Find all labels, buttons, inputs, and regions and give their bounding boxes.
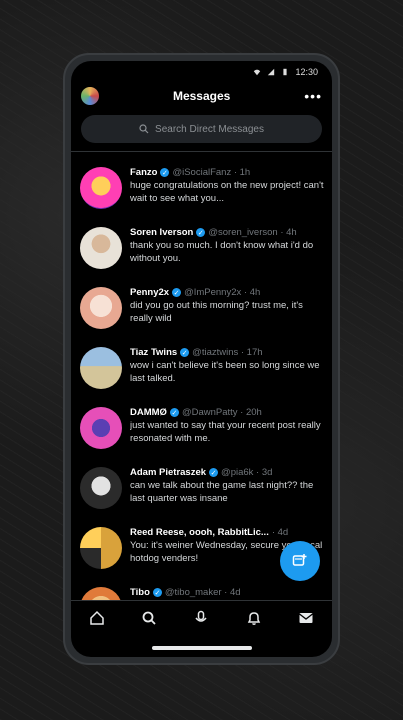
message-preview: can we talk about the game last night?? … (130, 480, 314, 504)
verified-icon: ✓ (209, 468, 219, 477)
status-bar: 12:30 (71, 61, 332, 83)
bottom-tab-bar (71, 600, 332, 635)
home-indicator (151, 646, 252, 650)
sender-handle: @tiaztwins · 17h (192, 347, 263, 358)
search-input[interactable]: Search Direct Messages (81, 115, 322, 143)
sender-name: Soren Iverson (130, 227, 194, 238)
sender-handle: @iSocialFanz · 1h (172, 167, 251, 178)
header: Messages ••• (71, 83, 332, 109)
sender-handle: @tibo_maker · 4d (164, 587, 241, 598)
verified-icon: ✓ (196, 228, 206, 237)
conversation-item[interactable]: Tiaz Twins ✓ @tiaztwins · 17h wow i can't … (71, 341, 332, 401)
conversation-item[interactable]: Fanzo ✓ @iSocialFanz · 1h huge congratulat… (71, 161, 332, 221)
battery-icon (283, 68, 288, 76)
verified-icon: ✓ (152, 588, 162, 597)
phone-frame: 12:30 Messages ••• Search Direct Message… (63, 53, 340, 665)
group-avatar (80, 527, 122, 569)
sender-name: Fanzo (130, 167, 158, 178)
avatar (80, 347, 122, 389)
message-preview: did you go out this morning? trust me, i… (130, 300, 303, 324)
search-icon (139, 124, 149, 134)
search-placeholder: Search Direct Messages (155, 123, 264, 135)
verified-icon: ✓ (180, 348, 190, 357)
sender-handle: @pia6k · 3d (221, 467, 273, 478)
sender-name: Adam Pietraszek (130, 467, 207, 478)
conversation-item[interactable]: Soren Iverson ✓ @soren_iverson · 4h thank … (71, 221, 332, 281)
new-message-button[interactable] (280, 541, 320, 581)
verified-icon: ✓ (160, 168, 170, 177)
message-preview: thank you so much. I don't know what i'd… (130, 240, 314, 264)
avatar (80, 407, 122, 449)
sender-handle: · 4d (271, 527, 289, 538)
home-icon[interactable] (85, 606, 109, 630)
sender-handle: @ImPenny2x · 4h (184, 287, 261, 298)
profile-avatar[interactable] (81, 87, 99, 105)
spaces-icon[interactable] (189, 606, 213, 630)
message-preview: just wanted to say that your recent post… (130, 420, 321, 444)
sender-name: Tibo (130, 587, 150, 598)
new-message-icon (292, 554, 307, 566)
message-preview: huge congratulations on the new project!… (130, 180, 324, 204)
avatar (80, 287, 122, 329)
avatar (80, 227, 122, 269)
messages-icon[interactable] (294, 606, 318, 630)
avatar (80, 167, 122, 209)
conversation-item[interactable]: Penny2x ✓ @ImPenny2x · 4h did you go out t… (71, 281, 332, 341)
avatar (80, 467, 122, 509)
wifi-icon (254, 69, 261, 76)
conversation-item[interactable]: DAMMØ ✓ @DawnPatty · 20h just wanted to sa… (71, 401, 332, 461)
sender-name: Penny2x (130, 287, 170, 298)
message-preview: wow i can't believe it's been so long si… (130, 360, 320, 384)
notifications-icon[interactable] (242, 606, 266, 630)
page-title: Messages (172, 89, 231, 103)
signal-icon (268, 68, 275, 76)
divider (71, 151, 332, 152)
sender-name: DAMMØ (130, 407, 167, 418)
more-options-icon[interactable]: ••• (304, 89, 322, 103)
sender-handle: @soren_iverson · 4h (208, 227, 297, 238)
search-icon[interactable] (137, 606, 161, 630)
verified-icon: ✓ (172, 288, 182, 297)
sender-name: Reed Reese, oooh, RabbitLic... (130, 527, 269, 538)
status-time: 12:30 (295, 67, 318, 77)
verified-icon: ✓ (169, 408, 179, 417)
sender-name: Tiaz Twins (130, 347, 178, 358)
conversation-item[interactable]: Adam Pietraszek ✓ @pia6k · 3d can we talk … (71, 461, 332, 521)
sender-handle: @DawnPatty · 20h (181, 407, 262, 418)
phone-screen: 12:30 Messages ••• Search Direct Message… (71, 61, 332, 657)
